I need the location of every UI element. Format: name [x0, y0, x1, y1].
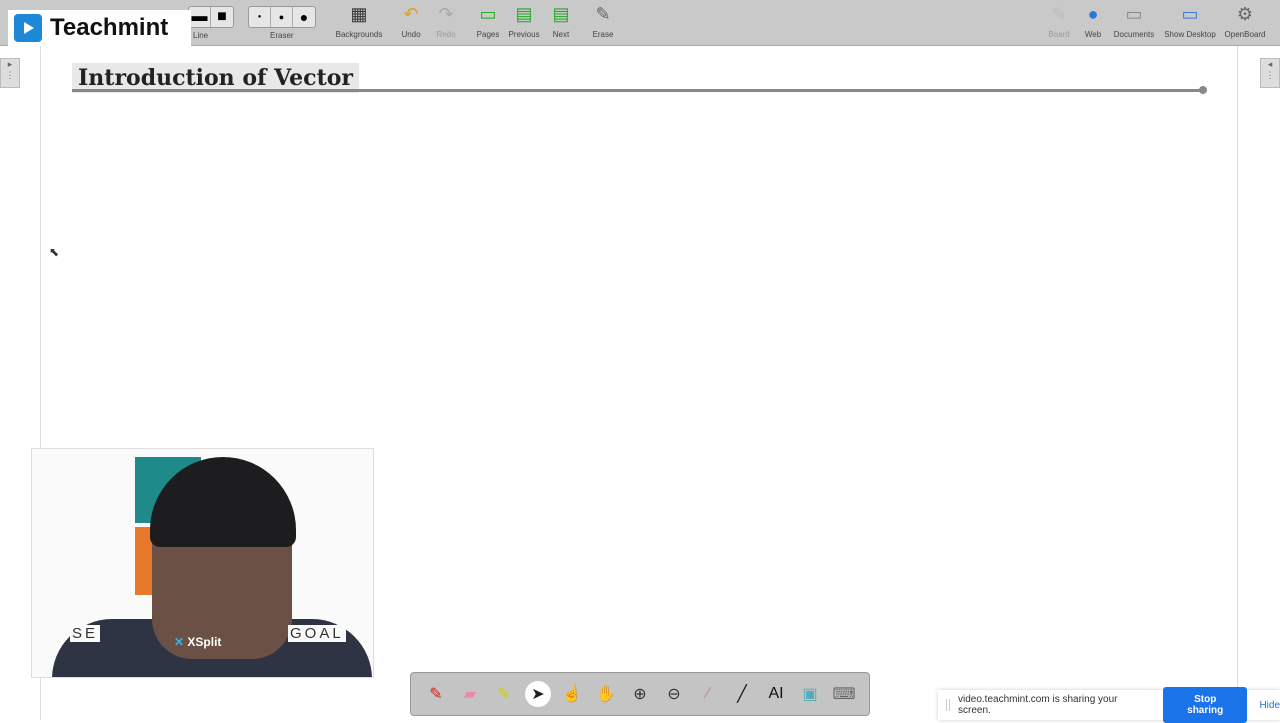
backgrounds-icon: ▦ — [350, 4, 368, 24]
teachmint-logo: Teachmint — [8, 10, 191, 46]
line-thin-option[interactable]: ▬ — [189, 7, 211, 27]
line-thick-option[interactable]: ■ — [211, 7, 233, 27]
line-handle[interactable] — [1199, 86, 1207, 94]
backdrop-text-right: GOAL — [288, 625, 346, 642]
folder-icon: ▭ — [1125, 4, 1143, 24]
stop-sharing-button[interactable]: Stop sharing — [1162, 687, 1248, 723]
erase-button[interactable]: ✎ Erase — [573, 4, 633, 39]
webcam-overlay[interactable]: SE GOAL ✕ XSplit — [31, 448, 374, 678]
eraser-medium-option[interactable]: ● — [271, 7, 293, 27]
toolbar-label: Documents — [1113, 30, 1155, 39]
laser-pointer-icon[interactable]: ⁄ — [695, 681, 721, 707]
pointer-icon[interactable]: ➤ — [525, 681, 551, 707]
capture-icon[interactable]: ▣ — [797, 681, 823, 707]
zoom-in-icon[interactable]: ⊕ — [627, 681, 653, 707]
desktop-icon: ▭ — [1181, 4, 1199, 24]
eraser-label: Eraser — [270, 31, 294, 40]
eraser-size-selector: ● ● ● — [248, 6, 316, 28]
eraser-icon[interactable]: ▰ — [457, 681, 483, 707]
toolbar-label: Erase — [592, 30, 614, 39]
hand-pan-icon[interactable]: ✋ — [593, 681, 619, 707]
toolbar-label: Show Desktop — [1164, 30, 1216, 39]
line-label: Line — [193, 31, 209, 40]
hand-pointer-icon[interactable]: ☝ — [559, 681, 585, 707]
redo-icon: ↷ — [438, 4, 454, 24]
drawing-toolbar: ✎ ▰ ✎ ➤ ☝ ✋ ⊕ ⊖ ⁄ ╱ AI ▣ ⌨ — [410, 672, 870, 716]
left-panel-toggle[interactable]: ▸ ⋮ — [0, 58, 20, 88]
eraser-large-option[interactable]: ● — [293, 7, 315, 27]
logo-text: Teachmint — [50, 14, 169, 41]
toolbar-label: OpenBoard — [1224, 30, 1266, 39]
right-panel-toggle[interactable]: ◂ ⋮ — [1260, 58, 1280, 88]
screen-share-bar: video.teachmint.com is sharing your scre… — [938, 687, 1280, 723]
gear-icon: ⚙ — [1236, 4, 1254, 24]
logo-icon — [14, 14, 42, 42]
hide-link[interactable]: Hide — [1259, 700, 1280, 711]
drag-handle[interactable] — [946, 699, 950, 711]
highlighter-icon[interactable]: ✎ — [491, 681, 517, 707]
line-icon[interactable]: ╱ — [729, 681, 755, 707]
toolbar-label: Backgrounds — [335, 30, 383, 39]
keyboard-icon[interactable]: ⌨ — [831, 681, 857, 707]
top-toolbar: ▬ ■ Line ● ● ● Eraser ▦ Backgrounds ↶ Undo ↷ Red… — [0, 0, 1280, 46]
zoom-out-icon[interactable]: ⊖ — [661, 681, 687, 707]
line-width-selector: ▬ ■ — [188, 6, 234, 28]
pen-icon[interactable]: ✎ — [423, 681, 449, 707]
show-desktop-button[interactable]: ▭ Show Desktop — [1160, 4, 1220, 39]
title-underline — [72, 89, 1204, 92]
globe-icon: ● — [1087, 4, 1099, 24]
next-page-icon: ▤ — [552, 4, 570, 24]
erase-all-icon: ✎ — [595, 4, 611, 24]
share-message: video.teachmint.com is sharing your scre… — [957, 694, 1118, 716]
xsplit-watermark: ✕ XSplit — [174, 635, 222, 649]
backgrounds-button[interactable]: ▦ Backgrounds — [329, 4, 389, 39]
backdrop-text-left: SE — [70, 625, 101, 642]
mouse-cursor-icon: ⬉ — [49, 245, 60, 259]
documents-button[interactable]: ▭ Documents — [1104, 4, 1164, 39]
eraser-small-option[interactable]: ● — [249, 7, 271, 27]
openboard-button[interactable]: ⚙ OpenBoard — [1215, 4, 1275, 39]
text-icon[interactable]: AI — [763, 681, 789, 707]
